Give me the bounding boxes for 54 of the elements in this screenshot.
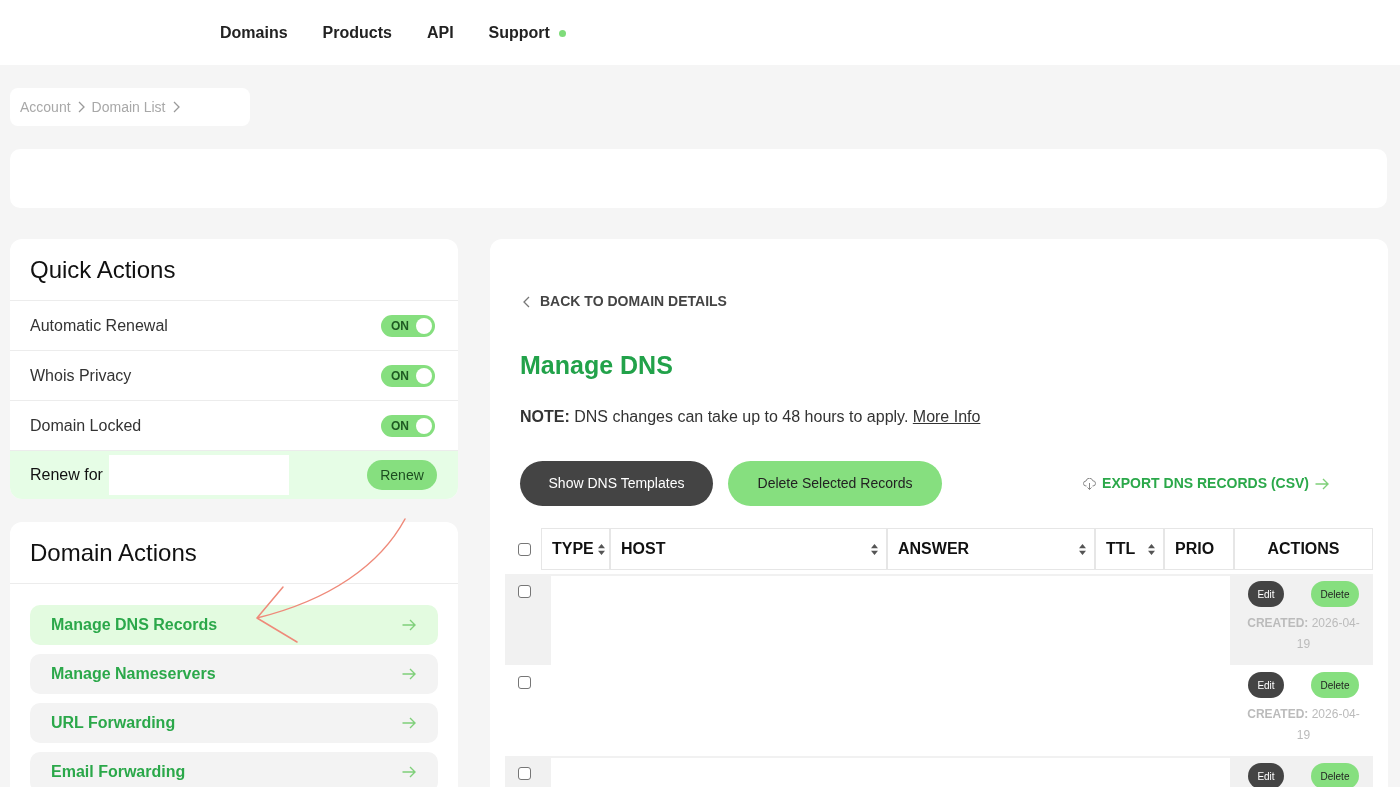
sort-icon[interactable] xyxy=(597,543,605,555)
renew-label: Renew for xyxy=(30,465,103,485)
checkbox[interactable] xyxy=(518,767,531,780)
toggle-switch[interactable]: ON xyxy=(381,364,435,387)
toggle-knob xyxy=(416,367,432,384)
arrow-right-icon xyxy=(402,619,416,631)
renew-period-field[interactable] xyxy=(108,455,289,495)
toggle-switch[interactable]: ON xyxy=(381,314,435,337)
chevron-left-icon xyxy=(523,295,530,308)
delete-button[interactable]: Delete xyxy=(1311,763,1359,787)
checkbox[interactable] xyxy=(518,542,531,556)
edit-button[interactable]: Edit xyxy=(1248,763,1284,787)
column-header[interactable]: TYPE xyxy=(541,528,610,570)
arrow-right-icon xyxy=(402,766,416,778)
toggle-switch[interactable]: ON xyxy=(381,414,435,437)
column-header[interactable]: HOST xyxy=(610,528,887,570)
edit-button[interactable]: Edit xyxy=(1248,672,1284,698)
card-title: Domain Actions xyxy=(10,522,458,584)
created-date: CREATED: 2026-04-19 xyxy=(1246,706,1361,744)
column-header[interactable]: ANSWER xyxy=(887,528,1095,570)
card-title: Quick Actions xyxy=(10,239,458,301)
delete-button[interactable]: Delete xyxy=(1311,581,1359,607)
action-button[interactable]: Delete Selected Records xyxy=(728,461,942,506)
action-button[interactable]: Show DNS Templates xyxy=(520,461,713,506)
setting-label: Whois Privacy xyxy=(30,365,132,386)
arrow-right-icon xyxy=(402,717,416,729)
sort-icon[interactable] xyxy=(871,543,878,555)
column-header: ACTIONS xyxy=(1234,528,1373,570)
sort-icon[interactable] xyxy=(1079,543,1086,555)
nav-link[interactable]: Support xyxy=(488,20,550,45)
column-header: PRIO xyxy=(1164,528,1234,570)
arrow-right-icon xyxy=(402,668,416,680)
column-header[interactable]: TTL xyxy=(1095,528,1164,570)
checkbox[interactable] xyxy=(518,676,531,689)
back-link[interactable]: BACK TO DOMAIN DETAILS xyxy=(523,291,727,312)
edit-button[interactable]: Edit xyxy=(1248,581,1284,607)
chevron-right-icon xyxy=(77,101,85,113)
arrow-right-icon xyxy=(1315,477,1329,490)
more-info-link[interactable]: More Info xyxy=(912,408,981,425)
nav-link[interactable]: Products xyxy=(322,20,392,45)
nav-link[interactable]: API xyxy=(426,20,454,45)
cloud-download-icon xyxy=(1083,477,1097,490)
note-text: NOTE: DNS changes can take up to 48 hours to apply. More Info xyxy=(520,407,981,427)
renew-button[interactable]: Renew xyxy=(367,460,437,490)
setting-label: Automatic Renewal xyxy=(30,315,168,336)
nav-link[interactable]: Domains xyxy=(220,20,288,45)
setting-label: Domain Locked xyxy=(30,415,142,436)
toggle-knob xyxy=(416,417,432,434)
page-title: Manage DNS xyxy=(520,350,673,380)
checkbox[interactable] xyxy=(518,585,531,598)
delete-button[interactable]: Delete xyxy=(1311,672,1359,698)
toggle-knob xyxy=(416,317,432,334)
sort-icon[interactable] xyxy=(1148,543,1155,555)
chevron-right-icon xyxy=(172,101,180,113)
